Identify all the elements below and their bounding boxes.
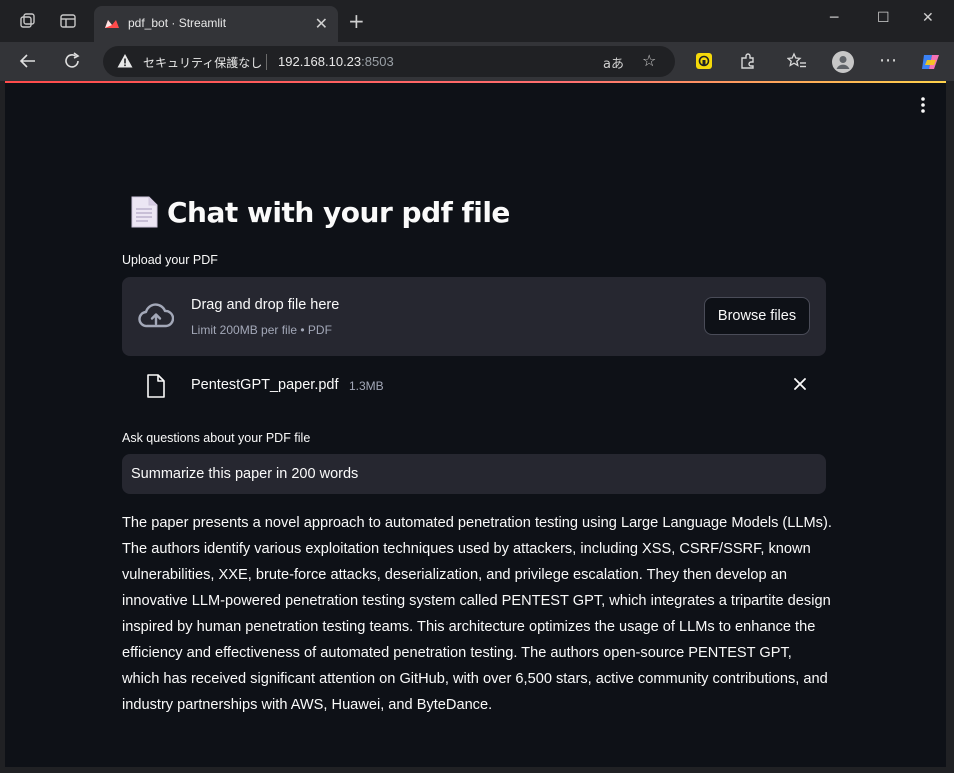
window-close-icon[interactable]: ✕ (922, 10, 934, 26)
browser-tab-bar: pdf_bot · Streamlit ✕ + ─ ☐ ✕ (0, 0, 954, 42)
workspaces-icon[interactable] (18, 12, 36, 30)
warning-icon[interactable] (117, 53, 133, 69)
tab-close-icon[interactable]: ✕ (315, 14, 328, 33)
extensions-puzzle-icon[interactable] (738, 51, 758, 71)
browse-files-button[interactable]: Browse files (704, 297, 810, 335)
translate-icon[interactable]: aあ (603, 53, 624, 72)
maximize-icon[interactable]: ☐ (877, 10, 890, 26)
answer-text: The paper presents a novel approach to a… (122, 515, 832, 713)
favorites-list-icon[interactable] (786, 51, 807, 71)
cloud-upload-icon (138, 302, 175, 330)
uploaded-file-name: PentestGPT_paper.pdf (191, 377, 339, 393)
uploaded-file-item: PentestGPT_paper.pdf 1.3MB (122, 366, 826, 406)
address-bar[interactable]: セキュリティ保護なし 192.168.10.23:8503 aあ ☆ (103, 46, 675, 77)
question-input-container (122, 454, 826, 494)
file-icon (146, 374, 166, 398)
page-facing-up-icon (130, 196, 158, 228)
minimize-icon[interactable]: ─ (830, 10, 838, 26)
url-host: 192.168.10.23 (278, 54, 362, 69)
security-label[interactable]: セキュリティ保護なし (143, 54, 262, 71)
browser-toolbar: セキュリティ保護なし 192.168.10.23:8503 aあ ☆ ⋯ (0, 42, 954, 81)
question-input[interactable] (122, 454, 826, 494)
profile-avatar-icon[interactable] (832, 51, 854, 73)
uploaded-file-size: 1.3MB (349, 379, 384, 393)
close-icon[interactable] (791, 375, 809, 393)
kebab-menu-icon[interactable] (918, 96, 928, 114)
url-text[interactable]: 192.168.10.23:8503 (278, 54, 394, 69)
extension-badge-icon[interactable] (694, 51, 714, 71)
tab-actions-icon[interactable] (59, 12, 77, 30)
more-options-icon[interactable]: ⋯ (878, 51, 898, 71)
copilot-icon[interactable] (920, 51, 940, 71)
page-title: Chat with your pdf file (167, 196, 510, 229)
back-arrow-icon[interactable] (18, 51, 38, 71)
tab-title: pdf_bot · Streamlit (128, 16, 227, 30)
dropzone-instruction: Drag and drop file here (191, 297, 340, 313)
upload-label: Upload your PDF (122, 253, 218, 267)
streamlit-logo-icon (104, 16, 120, 32)
dropzone-limit-text: Limit 200MB per file • PDF (191, 323, 332, 337)
omnibox-divider (266, 54, 267, 70)
new-tab-icon[interactable]: + (348, 11, 365, 31)
url-port: :8503 (361, 54, 394, 69)
file-dropzone[interactable]: Drag and drop file here Limit 200MB per … (122, 277, 826, 356)
favorite-star-icon[interactable]: ☆ (642, 51, 656, 70)
active-tab[interactable]: pdf_bot · Streamlit ✕ (94, 6, 338, 42)
question-label: Ask questions about your PDF file (122, 431, 311, 445)
refresh-icon[interactable] (62, 51, 82, 71)
